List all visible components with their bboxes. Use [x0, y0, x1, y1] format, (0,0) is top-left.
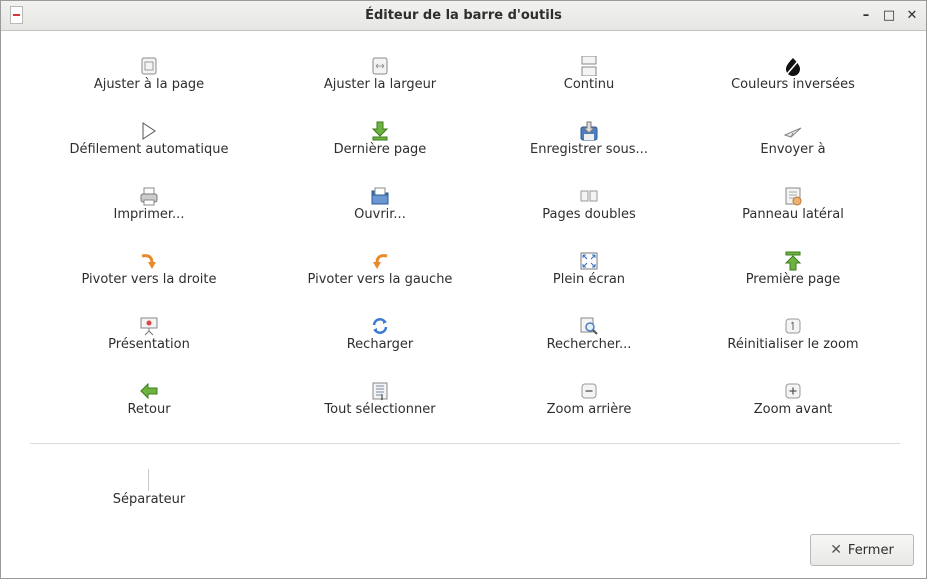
toolbar-item-label: Zoom arrière	[546, 402, 632, 417]
send-to-icon	[783, 121, 803, 141]
toolbar-item-label: Ajuster la largeur	[323, 77, 437, 92]
fullscreen-icon	[579, 251, 599, 271]
toolbar-item-rotate-left[interactable]: Pivoter vers la gauche	[265, 251, 495, 301]
toolbar-item-dual-page[interactable]: Pages doubles	[474, 186, 704, 236]
window-title: Éditeur de la barre d'outils	[365, 8, 562, 23]
toolbar-item-search[interactable]: Rechercher...	[474, 316, 704, 366]
title-bar: Éditeur de la barre d'outils – □ ✕	[1, 1, 926, 31]
toolbar-item-last-page[interactable]: Dernière page	[265, 121, 495, 171]
back-icon	[139, 381, 159, 401]
close-window-button[interactable]: ✕	[905, 8, 919, 23]
zoom-out-icon	[579, 381, 599, 401]
toolbar-item-label: Retour	[127, 402, 171, 417]
toolbar-item-label: Dernière page	[333, 142, 427, 157]
toolbar-item-zoom-reset[interactable]: Réinitialiser le zoom	[678, 316, 908, 366]
toolbar-editor-window: Éditeur de la barre d'outils – □ ✕ Ajust…	[0, 0, 927, 579]
toolbar-item-label: Pivoter vers la droite	[81, 272, 217, 287]
toolbar-item-zoom-out[interactable]: Zoom arrière	[474, 381, 704, 431]
toolbar-item-label: Zoom avant	[753, 402, 833, 417]
toolbar-item-zoom-in[interactable]: Zoom avant	[678, 381, 908, 431]
section-divider	[30, 443, 900, 444]
toolbar-item-select-all[interactable]: Tout sélectionner	[265, 381, 495, 431]
toolbar-item-invert-colors[interactable]: Couleurs inversées	[678, 56, 908, 106]
toolbar-item-first-page[interactable]: Première page	[678, 251, 908, 301]
separator-item[interactable]: Séparateur	[34, 467, 264, 517]
presentation-icon	[139, 316, 159, 336]
toolbar-item-label: Envoyer à	[760, 142, 826, 157]
toolbar-item-continuous[interactable]: Continu	[474, 55, 704, 106]
toolbar-item-label: Ouvrir...	[354, 207, 406, 222]
rotate-right-icon	[139, 251, 159, 271]
rotate-left-icon	[370, 251, 390, 271]
reload-icon	[370, 316, 390, 336]
toolbar-item-play[interactable]: Défilement automatique	[34, 121, 264, 171]
open-folder-icon	[370, 186, 390, 206]
close-button[interactable]: ✕ Fermer	[810, 534, 914, 566]
toolbar-item-label: Continu	[563, 77, 615, 92]
zoom-in-icon	[783, 381, 803, 401]
close-icon: ✕	[830, 542, 842, 558]
toolbar-item-label: Défilement automatique	[69, 142, 229, 157]
toolbar-item-label: Imprimer...	[113, 207, 185, 222]
continuous-icon	[579, 55, 599, 77]
toolbar-item-label: Ajuster à la page	[93, 77, 205, 92]
toolbar-item-back[interactable]: Retour	[34, 381, 264, 431]
toolbar-item-rotate-right[interactable]: Pivoter vers la droite	[34, 251, 264, 301]
last-page-icon	[370, 121, 390, 141]
toolbar-item-open-folder[interactable]: Ouvrir...	[265, 186, 495, 236]
maximize-button[interactable]: □	[882, 8, 896, 23]
first-page-icon	[783, 251, 803, 271]
toolbar-item-label: Pivoter vers la gauche	[307, 272, 453, 287]
toolbar-item-label: Rechercher...	[546, 337, 632, 352]
toolbar-item-reload[interactable]: Recharger	[265, 316, 495, 366]
toolbar-item-side-panel[interactable]: Panneau latéral	[678, 186, 908, 236]
select-all-icon	[370, 381, 390, 401]
toolbar-item-label: Première page	[745, 272, 841, 287]
play-icon	[139, 121, 159, 141]
toolbar-item-presentation[interactable]: Présentation	[34, 316, 264, 366]
separator-label: Séparateur	[112, 492, 186, 507]
minimize-button[interactable]: –	[859, 8, 873, 23]
invert-colors-icon	[783, 56, 803, 76]
toolbar-item-send-to[interactable]: Envoyer à	[678, 121, 908, 171]
fit-width-icon	[370, 56, 390, 76]
toolbar-item-label: Tout sélectionner	[324, 402, 436, 417]
toolbar-item-label: Plein écran	[552, 272, 626, 287]
toolbar-item-save-as[interactable]: Enregistrer sous...	[474, 121, 704, 171]
separator-line-icon	[148, 469, 149, 491]
close-button-label: Fermer	[847, 542, 894, 558]
toolbar-item-fullscreen[interactable]: Plein écran	[474, 251, 704, 301]
toolbar-item-print[interactable]: Imprimer...	[34, 186, 264, 236]
print-icon	[139, 186, 159, 206]
fit-page-icon	[139, 56, 159, 76]
toolbar-item-label: Recharger	[346, 337, 414, 352]
search-icon	[579, 316, 599, 336]
dual-page-icon	[579, 186, 599, 206]
toolbar-item-fit-page[interactable]: Ajuster à la page	[34, 56, 264, 106]
toolbar-item-label: Pages doubles	[542, 207, 636, 222]
toolbar-item-label: Panneau latéral	[742, 207, 844, 222]
toolbar-item-label: Présentation	[108, 337, 190, 352]
side-panel-icon	[783, 186, 803, 206]
toolbar-item-label: Couleurs inversées	[731, 77, 855, 92]
toolbar-item-label: Enregistrer sous...	[530, 142, 648, 157]
save-as-icon	[579, 121, 599, 141]
toolbar-item-label: Réinitialiser le zoom	[727, 337, 859, 352]
zoom-reset-icon	[783, 316, 803, 336]
toolbar-item-fit-width[interactable]: Ajuster la largeur	[265, 56, 495, 106]
